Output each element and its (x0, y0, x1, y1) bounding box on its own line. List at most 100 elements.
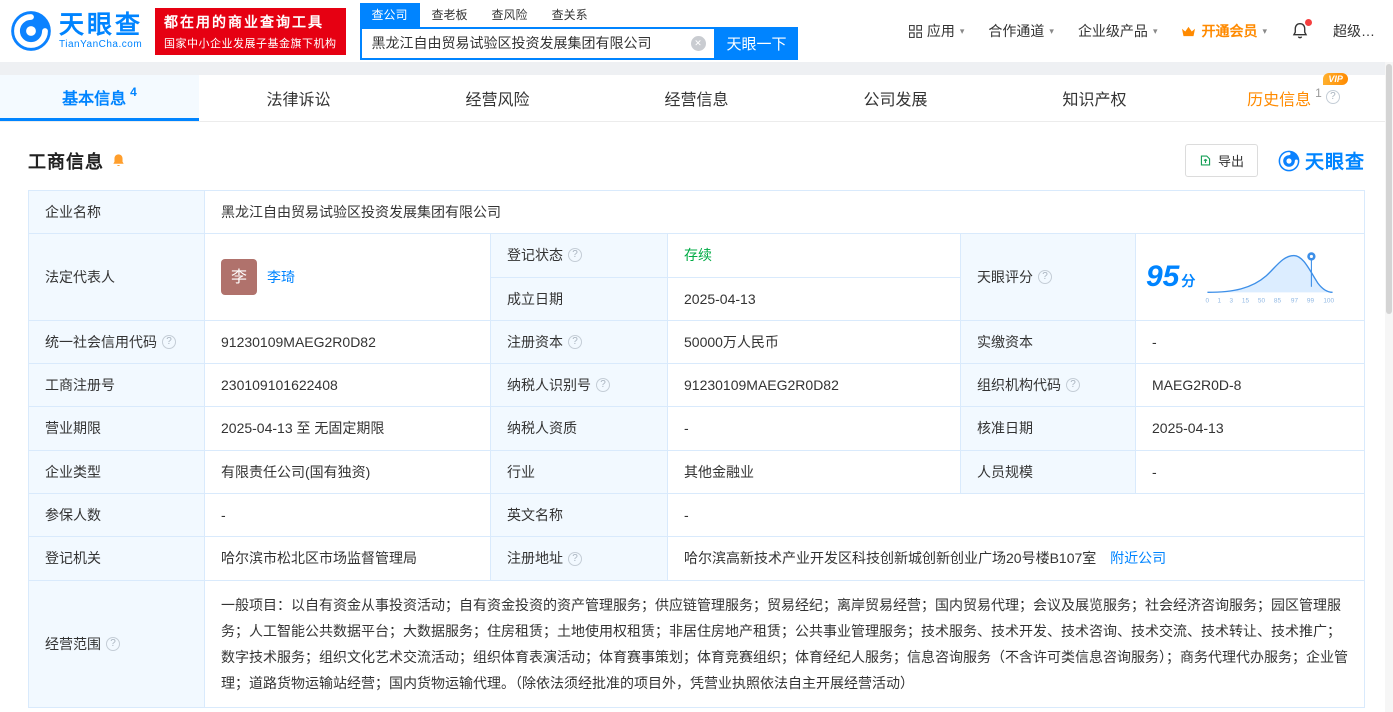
field-label-business-term: 营业期限 (28, 406, 205, 451)
company-name-value: 黑龙江自由贸易试验区投资发展集团有限公司 (204, 189, 1365, 235)
search-tabs: 查公司 查老板 查风险 查关系 (359, 2, 798, 27)
reg-number-value: 230109101622408 (204, 363, 491, 408)
nearby-companies-link[interactable]: 附近公司 (1110, 550, 1166, 566)
field-label-reg-capital: 注册资本? (490, 319, 668, 365)
company-type-value: 有限责任公司(国有独资) (204, 449, 491, 495)
scrollbar-thumb[interactable] (1386, 64, 1392, 314)
field-label-approval-date: 核准日期 (960, 406, 1136, 451)
industry-value: 其他金融业 (667, 449, 961, 495)
legal-rep-link[interactable]: 李琦 (267, 267, 295, 287)
logo-title: 天眼查 (59, 11, 144, 40)
reg-address-value: 哈尔滨高新技术产业开发区科技创新城创新创业广场20号楼B107室 附近公司 (667, 536, 1365, 581)
search-tab-risk[interactable]: 查风险 (480, 3, 540, 27)
notification-bell[interactable] (1291, 19, 1312, 40)
tab-basic-info[interactable]: 基本信息 4 (0, 75, 199, 121)
main-content: 工商信息 导出 天眼查 企业名称 黑龙江自由贸易试验区投资发展集团有限公司 法定… (0, 144, 1393, 708)
export-icon (1200, 155, 1211, 166)
approval-date-value: 2025-04-13 (1135, 406, 1365, 451)
score-value: 95 (1146, 260, 1180, 294)
taxpayer-id-value: 91230109MAEG2R0D82 (667, 363, 961, 408)
field-label-company-type: 企业类型 (28, 449, 205, 495)
table-row: 参保人数 - 英文名称 - (28, 493, 1365, 538)
search-tab-boss[interactable]: 查老板 (420, 3, 480, 27)
business-scope-value: 一般项目：以自有资金从事投资活动；自有资金投资的资产管理服务；供应链管理服务；贸… (204, 579, 1365, 708)
page-scrollbar[interactable] (1385, 62, 1393, 712)
nav-open-vip[interactable]: 开通会员 ▾ (1181, 21, 1267, 41)
score-cell: 95 分 0 1 3 15 50 85 97 99 100 (1135, 233, 1365, 321)
help-icon[interactable]: ? (596, 378, 610, 393)
field-label-english-name: 英文名称 (490, 493, 668, 538)
help-icon[interactable]: ? (568, 335, 582, 350)
crown-icon (1182, 26, 1196, 36)
tab-intellectual-property[interactable]: 知识产权 (995, 75, 1194, 121)
reg-authority-value: 哈尔滨市松北区市场监督管理局 (204, 536, 491, 581)
field-label-establish-date: 成立日期 (490, 276, 668, 321)
credit-code-value: 91230109MAEG2R0D82 (204, 319, 491, 365)
search-input[interactable] (361, 28, 714, 58)
nav-super[interactable]: 超级… (1333, 21, 1375, 41)
field-label-taxpayer-id: 纳税人识别号? (490, 363, 668, 408)
help-icon[interactable]: ? (568, 551, 582, 566)
export-button[interactable]: 导出 (1184, 144, 1258, 177)
establish-date-value: 2025-04-13 (667, 276, 961, 321)
help-icon[interactable]: ? (1325, 90, 1340, 104)
chevron-down-icon: ▾ (1152, 25, 1158, 36)
tab-operation-risk[interactable]: 经营风险 (398, 75, 597, 121)
search-button[interactable]: 天眼一下 (715, 26, 798, 60)
help-icon[interactable]: ? (106, 636, 120, 651)
table-row: 经营范围? 一般项目：以自有资金从事投资活动；自有资金投资的资产管理服务；供应链… (28, 579, 1365, 708)
field-label-insured-count: 参保人数 (28, 493, 205, 538)
chevron-down-icon: ▾ (959, 25, 965, 36)
tab-history-info[interactable]: 历史信息 1 ? VIP (1194, 73, 1393, 121)
field-label-org-code: 组织机构代码? (960, 363, 1136, 408)
tab-operation-info[interactable]: 经营信息 (597, 75, 796, 121)
tianyancha-logo-icon (1278, 150, 1300, 171)
score-axis: 0 1 3 15 50 85 97 99 100 (1205, 296, 1335, 304)
score-unit: 分 (1181, 273, 1196, 290)
score-distribution-chart: 0 1 3 15 50 85 97 99 100 (1205, 250, 1335, 305)
tab-count: 1 (1315, 86, 1322, 100)
subscribe-bell-icon[interactable] (111, 153, 126, 168)
table-row: 工商注册号 230109101622408 纳税人识别号? 91230109MA… (28, 363, 1365, 408)
nav-partner[interactable]: 合作通道 ▾ (988, 21, 1054, 41)
header-divider-band (0, 62, 1393, 75)
field-label-legal-rep: 法定代表人 (28, 233, 205, 321)
tab-company-development[interactable]: 公司发展 (796, 75, 995, 121)
field-label-staff-size: 人员规模 (960, 449, 1136, 495)
insured-count-value: - (204, 493, 491, 538)
nav-apps[interactable]: 应用 ▾ (908, 21, 965, 41)
tianyancha-logo[interactable]: 天眼查 TianYanCha.com (10, 10, 143, 52)
field-label-company-name: 企业名称 (28, 189, 205, 235)
help-icon[interactable]: ? (568, 248, 582, 263)
business-info-table: 企业名称 黑龙江自由贸易试验区投资发展集团有限公司 法定代表人 李 李琦 登记状… (28, 189, 1365, 708)
nav-enterprise[interactable]: 企业级产品 ▾ (1078, 21, 1158, 41)
table-row: 企业类型 有限责任公司(国有独资) 行业 其他金融业 人员规模 - (28, 449, 1365, 495)
tab-legal-litigation[interactable]: 法律诉讼 (199, 75, 398, 121)
tab-count: 4 (130, 84, 137, 99)
help-icon[interactable]: ? (162, 335, 176, 350)
top-nav: 应用 ▾ 合作通道 ▾ 企业级产品 ▾ 开通会员 ▾ 超级… (908, 19, 1375, 41)
clear-icon[interactable]: ✕ (690, 35, 706, 51)
help-icon[interactable]: ? (1038, 270, 1052, 285)
chevron-down-icon: ▾ (1262, 25, 1267, 36)
table-row: 企业名称 黑龙江自由贸易试验区投资发展集团有限公司 (28, 189, 1365, 235)
brand-slogan-badge: 都在用的商业查询工具 国家中小企业发展子基金旗下机构 (155, 7, 346, 55)
search-tab-company[interactable]: 查公司 (359, 2, 420, 27)
table-row: 法定代表人 李 李琦 登记状态? 存续 天眼评分? 95 分 0 1 3 15 … (28, 233, 1365, 321)
paid-capital-value: - (1135, 319, 1365, 365)
staff-size-value: - (1135, 449, 1365, 495)
table-row: 登记机关 哈尔滨市松北区市场监督管理局 注册地址? 哈尔滨高新技术产业开发区科技… (28, 536, 1365, 581)
reg-status-value: 存续 (667, 233, 961, 278)
section-header: 工商信息 导出 天眼查 (28, 144, 1365, 177)
search-tab-relation[interactable]: 查关系 (540, 3, 600, 27)
english-name-value: - (667, 493, 1365, 538)
watermark-brand: 天眼查 (1278, 147, 1365, 174)
score-curve (1207, 251, 1333, 293)
legal-rep-avatar[interactable]: 李 (221, 259, 257, 296)
field-label-business-scope: 经营范围? (28, 579, 205, 708)
table-row: 统一社会信用代码? 91230109MAEG2R0D82 注册资本? 50000… (28, 319, 1365, 365)
tianyancha-logo-icon (11, 11, 51, 51)
company-tabbar: 基本信息 4 法律诉讼 经营风险 经营信息 公司发展 知识产权 历史信息 1 ?… (0, 73, 1393, 122)
top-header: 天眼查 TianYanCha.com 都在用的商业查询工具 国家中小企业发展子基… (0, 0, 1393, 62)
help-icon[interactable]: ? (1066, 378, 1080, 393)
